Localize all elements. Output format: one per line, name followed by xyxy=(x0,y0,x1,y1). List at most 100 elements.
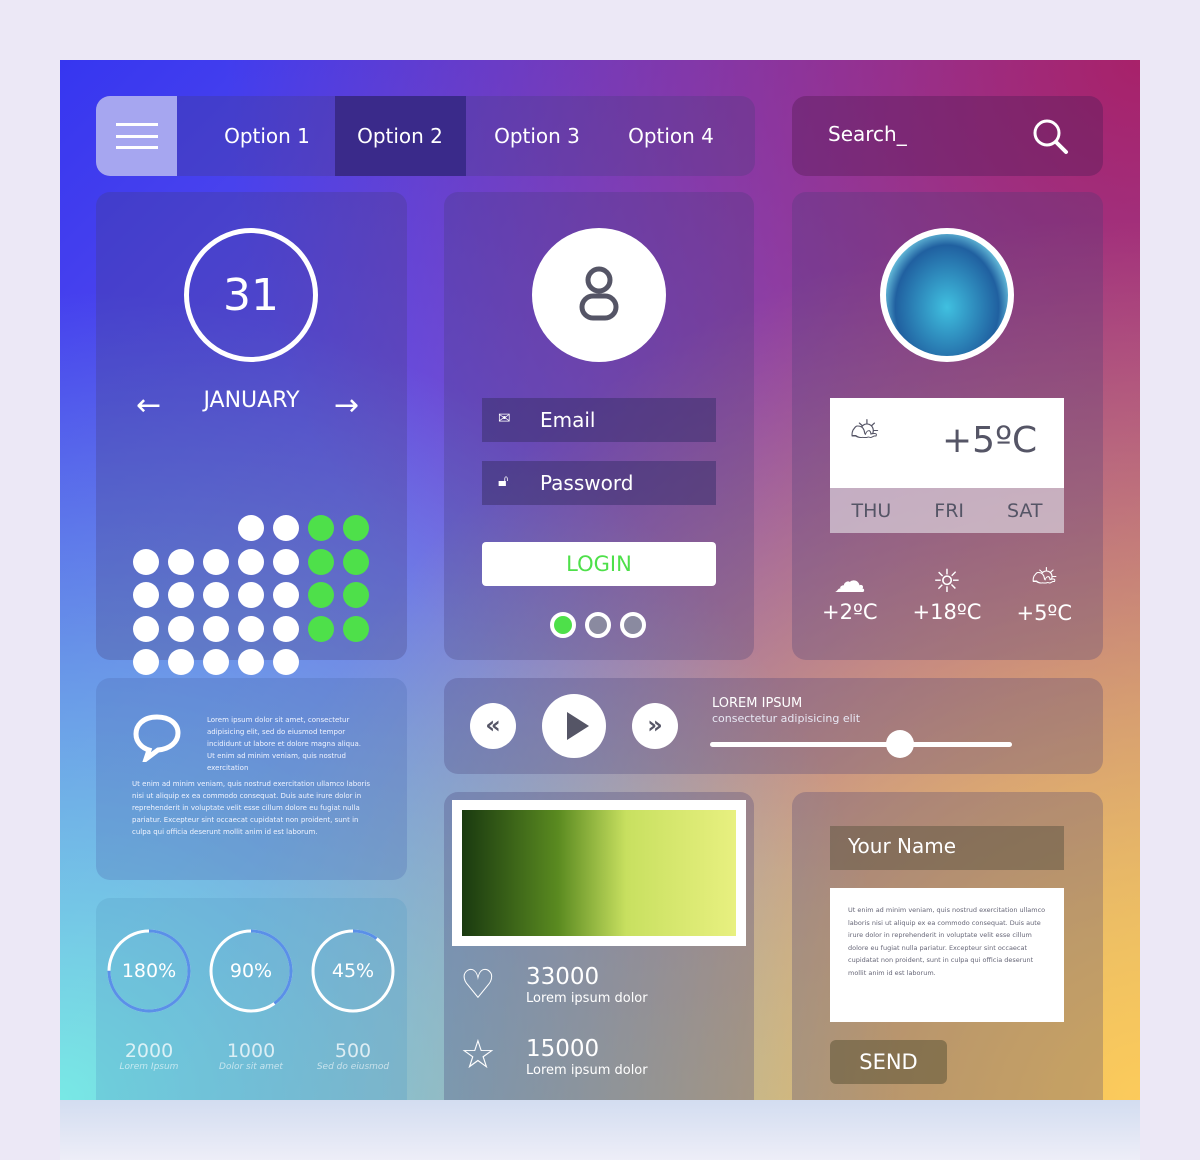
login-card: ✉ Email 🔓︎ Password LOGIN xyxy=(444,192,754,660)
email-placeholder: Email xyxy=(540,408,596,432)
stat-value: 1000 xyxy=(226,1040,276,1062)
page-dot[interactable] xyxy=(585,612,611,638)
forecast-temp: +18ºC xyxy=(912,600,982,624)
avatar xyxy=(532,228,666,362)
weather-days: THU FRI SAT xyxy=(830,488,1064,533)
user-icon xyxy=(579,266,619,321)
search-input[interactable]: Search_ xyxy=(828,122,907,146)
calendar-day[interactable] xyxy=(168,649,194,675)
calendar-day[interactable] xyxy=(133,615,159,642)
send-button[interactable]: SEND xyxy=(830,1040,947,1084)
forecast-temp: +5ºC xyxy=(1016,601,1072,625)
likes-label: Lorem ipsum dolor xyxy=(526,991,648,1006)
calendar-day-highlighted[interactable] xyxy=(308,615,334,642)
calendar-day[interactable] xyxy=(238,515,264,541)
calendar-day[interactable] xyxy=(273,515,299,541)
track-title: LOREM IPSUM xyxy=(712,696,803,711)
stat-ring: 45% xyxy=(310,928,396,1014)
media-player: « » LOREM IPSUM consectetur adipisicing … xyxy=(444,678,1103,774)
search-icon[interactable] xyxy=(1032,118,1070,156)
calendar-day[interactable] xyxy=(168,615,194,642)
contact-form: Your Name Ut enim ad minim veniam, quis … xyxy=(792,792,1103,1100)
stat-value: 500 xyxy=(334,1040,372,1062)
rewind-button[interactable]: « xyxy=(470,703,516,749)
calendar-day-highlighted[interactable] xyxy=(308,515,334,541)
calendar-day-highlighted[interactable] xyxy=(343,582,369,608)
seek-handle[interactable] xyxy=(886,730,915,758)
calendar-day[interactable] xyxy=(203,649,229,675)
stat-ring: 180% xyxy=(106,928,192,1014)
calendar-card: 31 ← JANUARY → xyxy=(96,192,407,675)
envelope-icon: ✉ xyxy=(498,409,511,427)
login-button[interactable]: LOGIN xyxy=(482,542,716,586)
day-sat[interactable]: SAT xyxy=(1007,500,1043,522)
stat-percent: 180% xyxy=(121,960,177,982)
star-icon[interactable]: ☆ xyxy=(460,1032,496,1078)
stat-label: Dolor sit amet xyxy=(219,1062,283,1072)
day-thu[interactable]: THU xyxy=(851,500,891,522)
calendar-day[interactable] xyxy=(168,582,194,608)
cloud-icon: ☁︎ xyxy=(833,562,866,600)
forecast-3: ⛅︎ +5ºC xyxy=(1016,562,1072,625)
page-dot[interactable] xyxy=(620,612,646,638)
calendar-day[interactable] xyxy=(133,548,159,575)
calendar-day[interactable] xyxy=(133,582,159,608)
nav-option-3[interactable]: Option 3 xyxy=(480,96,594,176)
page-dot[interactable] xyxy=(550,612,576,638)
calendar-day[interactable] xyxy=(273,615,299,642)
email-field[interactable]: ✉ Email xyxy=(482,398,716,442)
calendar-day[interactable] xyxy=(168,548,194,575)
name-input[interactable]: Your Name xyxy=(830,826,1064,870)
calendar-day[interactable] xyxy=(238,615,264,642)
stars-label: Lorem ipsum dolor xyxy=(526,1063,648,1078)
calendar-day[interactable] xyxy=(133,649,159,675)
password-placeholder: Password xyxy=(540,471,634,495)
weather-image xyxy=(880,228,1014,362)
seek-track[interactable] xyxy=(710,742,1012,747)
message-body: Ut enim ad minim veniam, quis nostrud ex… xyxy=(132,780,370,836)
calendar-day[interactable] xyxy=(238,649,264,675)
current-temp: +5ºC xyxy=(942,420,1038,461)
calendar-day[interactable] xyxy=(203,582,229,608)
message-card: Lorem ipsum dolor sit amet, consectetur … xyxy=(96,678,407,880)
calendar-day[interactable] xyxy=(238,548,264,575)
forecast-1: ☁︎ +2ºC xyxy=(822,562,878,625)
track-subtitle: consectetur adipisicing elit xyxy=(712,712,861,725)
fast-forward-button[interactable]: » xyxy=(632,703,678,749)
day-fri[interactable]: FRI xyxy=(934,500,964,522)
calendar-day-highlighted[interactable] xyxy=(343,515,369,541)
calendar-day-highlighted[interactable] xyxy=(308,548,334,575)
forecast-temp: +2ºC xyxy=(822,600,878,624)
calendar-month: JANUARY xyxy=(203,388,300,413)
calendar-day[interactable] xyxy=(273,548,299,575)
arrow-right-icon[interactable]: → xyxy=(334,388,359,423)
speech-bubble-icon xyxy=(133,714,181,762)
menu-button[interactable] xyxy=(96,96,177,176)
nav-option-2[interactable]: Option 2 xyxy=(343,96,457,176)
stats-card: 180% 2000 Lorem Ipsum 90% 1000 Dolor sit amet… xyxy=(96,898,407,1100)
nav-option-4[interactable]: Option 4 xyxy=(614,96,728,176)
stat-ring: 90% xyxy=(208,928,294,1014)
calendar-day[interactable] xyxy=(273,649,299,675)
play-icon xyxy=(567,712,589,740)
calendar-day-highlighted[interactable] xyxy=(343,548,369,575)
ui-kit: Option 1 Option 2 Option 3 Option 4 Sear… xyxy=(60,60,1140,1100)
nav-option-1[interactable]: Option 1 xyxy=(210,96,324,176)
sun-cloud-icon: ⛅︎ xyxy=(850,416,879,457)
hamburger-icon xyxy=(116,123,158,149)
password-field[interactable]: 🔓︎ Password xyxy=(482,461,716,505)
calendar-day[interactable] xyxy=(203,548,229,575)
stat-label: Lorem Ipsum xyxy=(119,1062,179,1072)
play-button[interactable] xyxy=(542,694,606,758)
stat-label: Sed do eiusmod xyxy=(316,1062,390,1072)
calendar-day[interactable] xyxy=(238,582,264,608)
message-textarea[interactable]: Ut enim ad minim veniam, quis nostrud ex… xyxy=(830,888,1064,1022)
heart-icon[interactable]: ♡ xyxy=(460,962,496,1008)
calendar-day[interactable] xyxy=(203,615,229,642)
search-bar[interactable]: Search_ xyxy=(792,96,1103,176)
calendar-day-highlighted[interactable] xyxy=(308,582,334,608)
calendar-day[interactable] xyxy=(273,582,299,608)
calendar-day-highlighted[interactable] xyxy=(343,615,369,642)
photo-card: ♡ 33000 Lorem ipsum dolor ☆ 15000 Lorem … xyxy=(444,792,754,1100)
message-intro: Lorem ipsum dolor sit amet, consectetur … xyxy=(207,716,362,772)
